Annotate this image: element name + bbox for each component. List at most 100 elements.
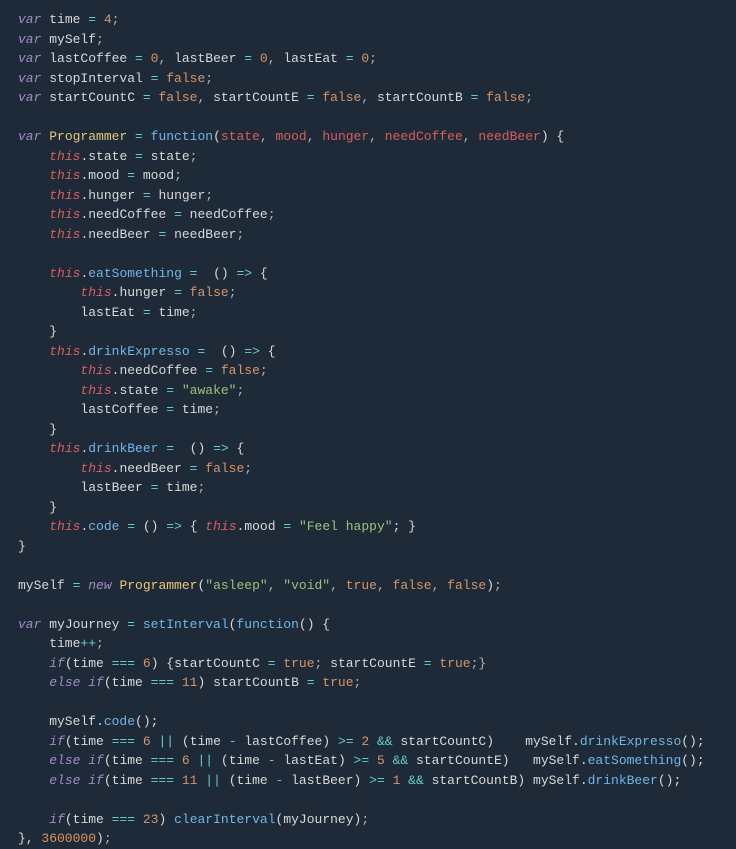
code-token: ; — [96, 636, 104, 651]
code-token: new — [88, 578, 119, 593]
code-token: stopInterval — [49, 71, 150, 86]
code-token: - — [229, 734, 245, 749]
code-token: if — [49, 656, 65, 671]
code-line: else if(time === 6 || (time - lastEat) >… — [18, 751, 718, 771]
code-token: false — [190, 285, 229, 300]
code-token — [18, 441, 49, 456]
code-token: = — [88, 12, 104, 27]
code-token: , — [432, 578, 448, 593]
code-token: time — [112, 753, 151, 768]
code-line: var myJourney = setInterval(function() { — [18, 615, 718, 635]
code-token: this — [80, 461, 111, 476]
code-line: var startCountC = false, startCountE = f… — [18, 88, 718, 108]
code-token: ) — [502, 753, 533, 768]
code-token: function — [236, 617, 298, 632]
code-token: , — [197, 90, 213, 105]
code-token: .state — [112, 383, 167, 398]
code-token: .hunger — [112, 285, 174, 300]
code-line: mySelf.code(); — [18, 712, 718, 732]
code-token: ; — [361, 812, 369, 827]
code-token: false — [166, 71, 205, 86]
code-token: ) — [338, 753, 354, 768]
code-token: ) — [158, 812, 174, 827]
code-token: false — [158, 90, 197, 105]
code-token: var — [18, 12, 49, 27]
code-line: } — [18, 322, 718, 342]
code-token: = — [471, 90, 487, 105]
code-line: var lastCoffee = 0, lastBeer = 0, lastEa… — [18, 49, 718, 69]
code-line: if(time === 6 || (time - lastCoffee) >= … — [18, 732, 718, 752]
code-token: { — [268, 344, 276, 359]
code-token: var — [18, 51, 49, 66]
code-token: var — [18, 32, 49, 47]
code-token: "Feel happy" — [299, 519, 393, 534]
code-token: this — [49, 441, 80, 456]
code-token — [18, 675, 49, 690]
code-token: 6 — [143, 734, 159, 749]
code-token: { — [236, 441, 244, 456]
code-token: && — [377, 734, 400, 749]
code-token: - — [268, 753, 284, 768]
code-token: === — [151, 773, 182, 788]
code-token: true — [322, 675, 353, 690]
code-line: this.needCoffee = false; — [18, 361, 718, 381]
code-token: else if — [49, 773, 104, 788]
code-token: (); — [681, 734, 704, 749]
code-token: (); — [135, 714, 158, 729]
code-token: needBeer — [478, 129, 540, 144]
code-token: ( — [104, 675, 112, 690]
code-token: => — [166, 519, 189, 534]
code-token: ( — [65, 812, 73, 827]
code-token: || — [158, 734, 181, 749]
code-token: true — [439, 656, 470, 671]
code-token: needBeer — [174, 227, 236, 242]
code-token: , — [369, 129, 385, 144]
code-line: this.needBeer = false; — [18, 459, 718, 479]
code-token: 3600000 — [41, 831, 96, 846]
code-token: = — [127, 168, 143, 183]
code-token: startCountB — [432, 773, 518, 788]
code-token — [18, 519, 49, 534]
code-line — [18, 244, 718, 264]
code-token: startCountB — [213, 675, 307, 690]
code-line — [18, 556, 718, 576]
code-token: true — [283, 656, 314, 671]
code-token: ) { — [151, 656, 174, 671]
code-line: lastCoffee = time; — [18, 400, 718, 420]
code-token: = — [283, 519, 299, 534]
code-token: myJourney — [283, 812, 353, 827]
code-token: ; — [494, 578, 502, 593]
code-token: startCountE — [330, 656, 424, 671]
code-token: = — [166, 402, 182, 417]
code-token: ++ — [80, 636, 96, 651]
code-token: function — [151, 129, 213, 144]
code-token: = — [151, 71, 167, 86]
code-line: this.hunger = hunger; — [18, 186, 718, 206]
code-token: mySelf. — [533, 773, 588, 788]
code-token: false — [393, 578, 432, 593]
code-line: var mySelf; — [18, 30, 718, 50]
code-token: var — [18, 90, 49, 105]
code-line: } — [18, 420, 718, 440]
code-token: var — [18, 617, 49, 632]
code-token: Programmer — [49, 129, 135, 144]
code-token: this — [49, 344, 80, 359]
code-token: ) — [96, 831, 104, 846]
code-line — [18, 790, 718, 810]
code-token: = — [174, 285, 190, 300]
code-line: this.hunger = false; — [18, 283, 718, 303]
code-token: ; — [96, 32, 104, 47]
code-token: time — [73, 734, 112, 749]
code-token: time — [182, 402, 213, 417]
code-token: this — [80, 363, 111, 378]
code-line — [18, 693, 718, 713]
code-token — [18, 285, 80, 300]
code-token: } — [18, 539, 26, 554]
code-token: = — [143, 188, 159, 203]
code-token: drinkExpresso — [580, 734, 681, 749]
code-token: .hunger — [80, 188, 142, 203]
code-line — [18, 595, 718, 615]
code-token — [18, 734, 49, 749]
code-line: else if(time === 11) startCountB = true; — [18, 673, 718, 693]
code-line: this.state = state; — [18, 147, 718, 167]
